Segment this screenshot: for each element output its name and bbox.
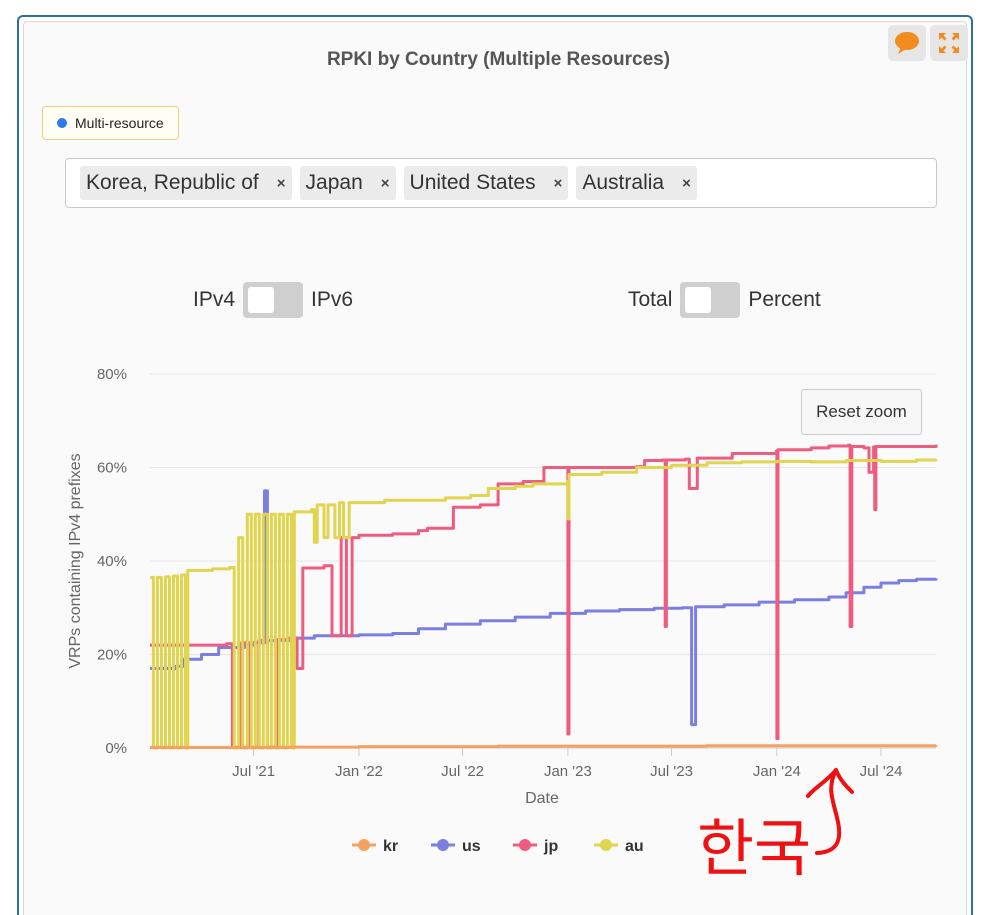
x-tick-label: Jul '22 [441,763,484,780]
x-tick-label: Jan '23 [544,763,592,780]
x-axis-label: Date [525,790,559,807]
line-chart[interactable]: 0% 20% 40% 60% 80% Jul '21 Jan '22 Jul '22 Jan … [0,0,997,907]
legend-marker-au [600,839,612,851]
x-tick-label: Jan '22 [335,763,383,780]
legend-label-us[interactable]: us [462,838,481,855]
y-tick-label: 20% [97,647,127,664]
legend-marker-jp [519,839,531,851]
legend-marker-kr [358,839,370,851]
y-axis-label: VRPs containing IPv4 prefixes [67,453,84,668]
legend-label-jp[interactable]: jp [543,838,558,855]
y-tick-label: 60% [97,460,127,477]
x-tick-label: Jul '21 [232,763,275,780]
legend-label-kr[interactable]: kr [383,838,398,855]
y-tick-label: 0% [105,740,127,757]
y-tick-label: 40% [97,553,127,570]
y-tick-label: 80% [97,366,127,383]
x-tick-label: Jul '23 [650,763,693,780]
legend-marker-us [437,839,449,851]
annotation-arrow [806,768,854,855]
legend-label-au[interactable]: au [625,838,644,855]
reset-zoom-button[interactable]: Reset zoom [801,389,922,435]
x-tick-label: Jan '24 [753,763,801,780]
x-tick-label: Jul '24 [860,763,903,780]
handwritten-annotation: 한국 [697,815,811,884]
